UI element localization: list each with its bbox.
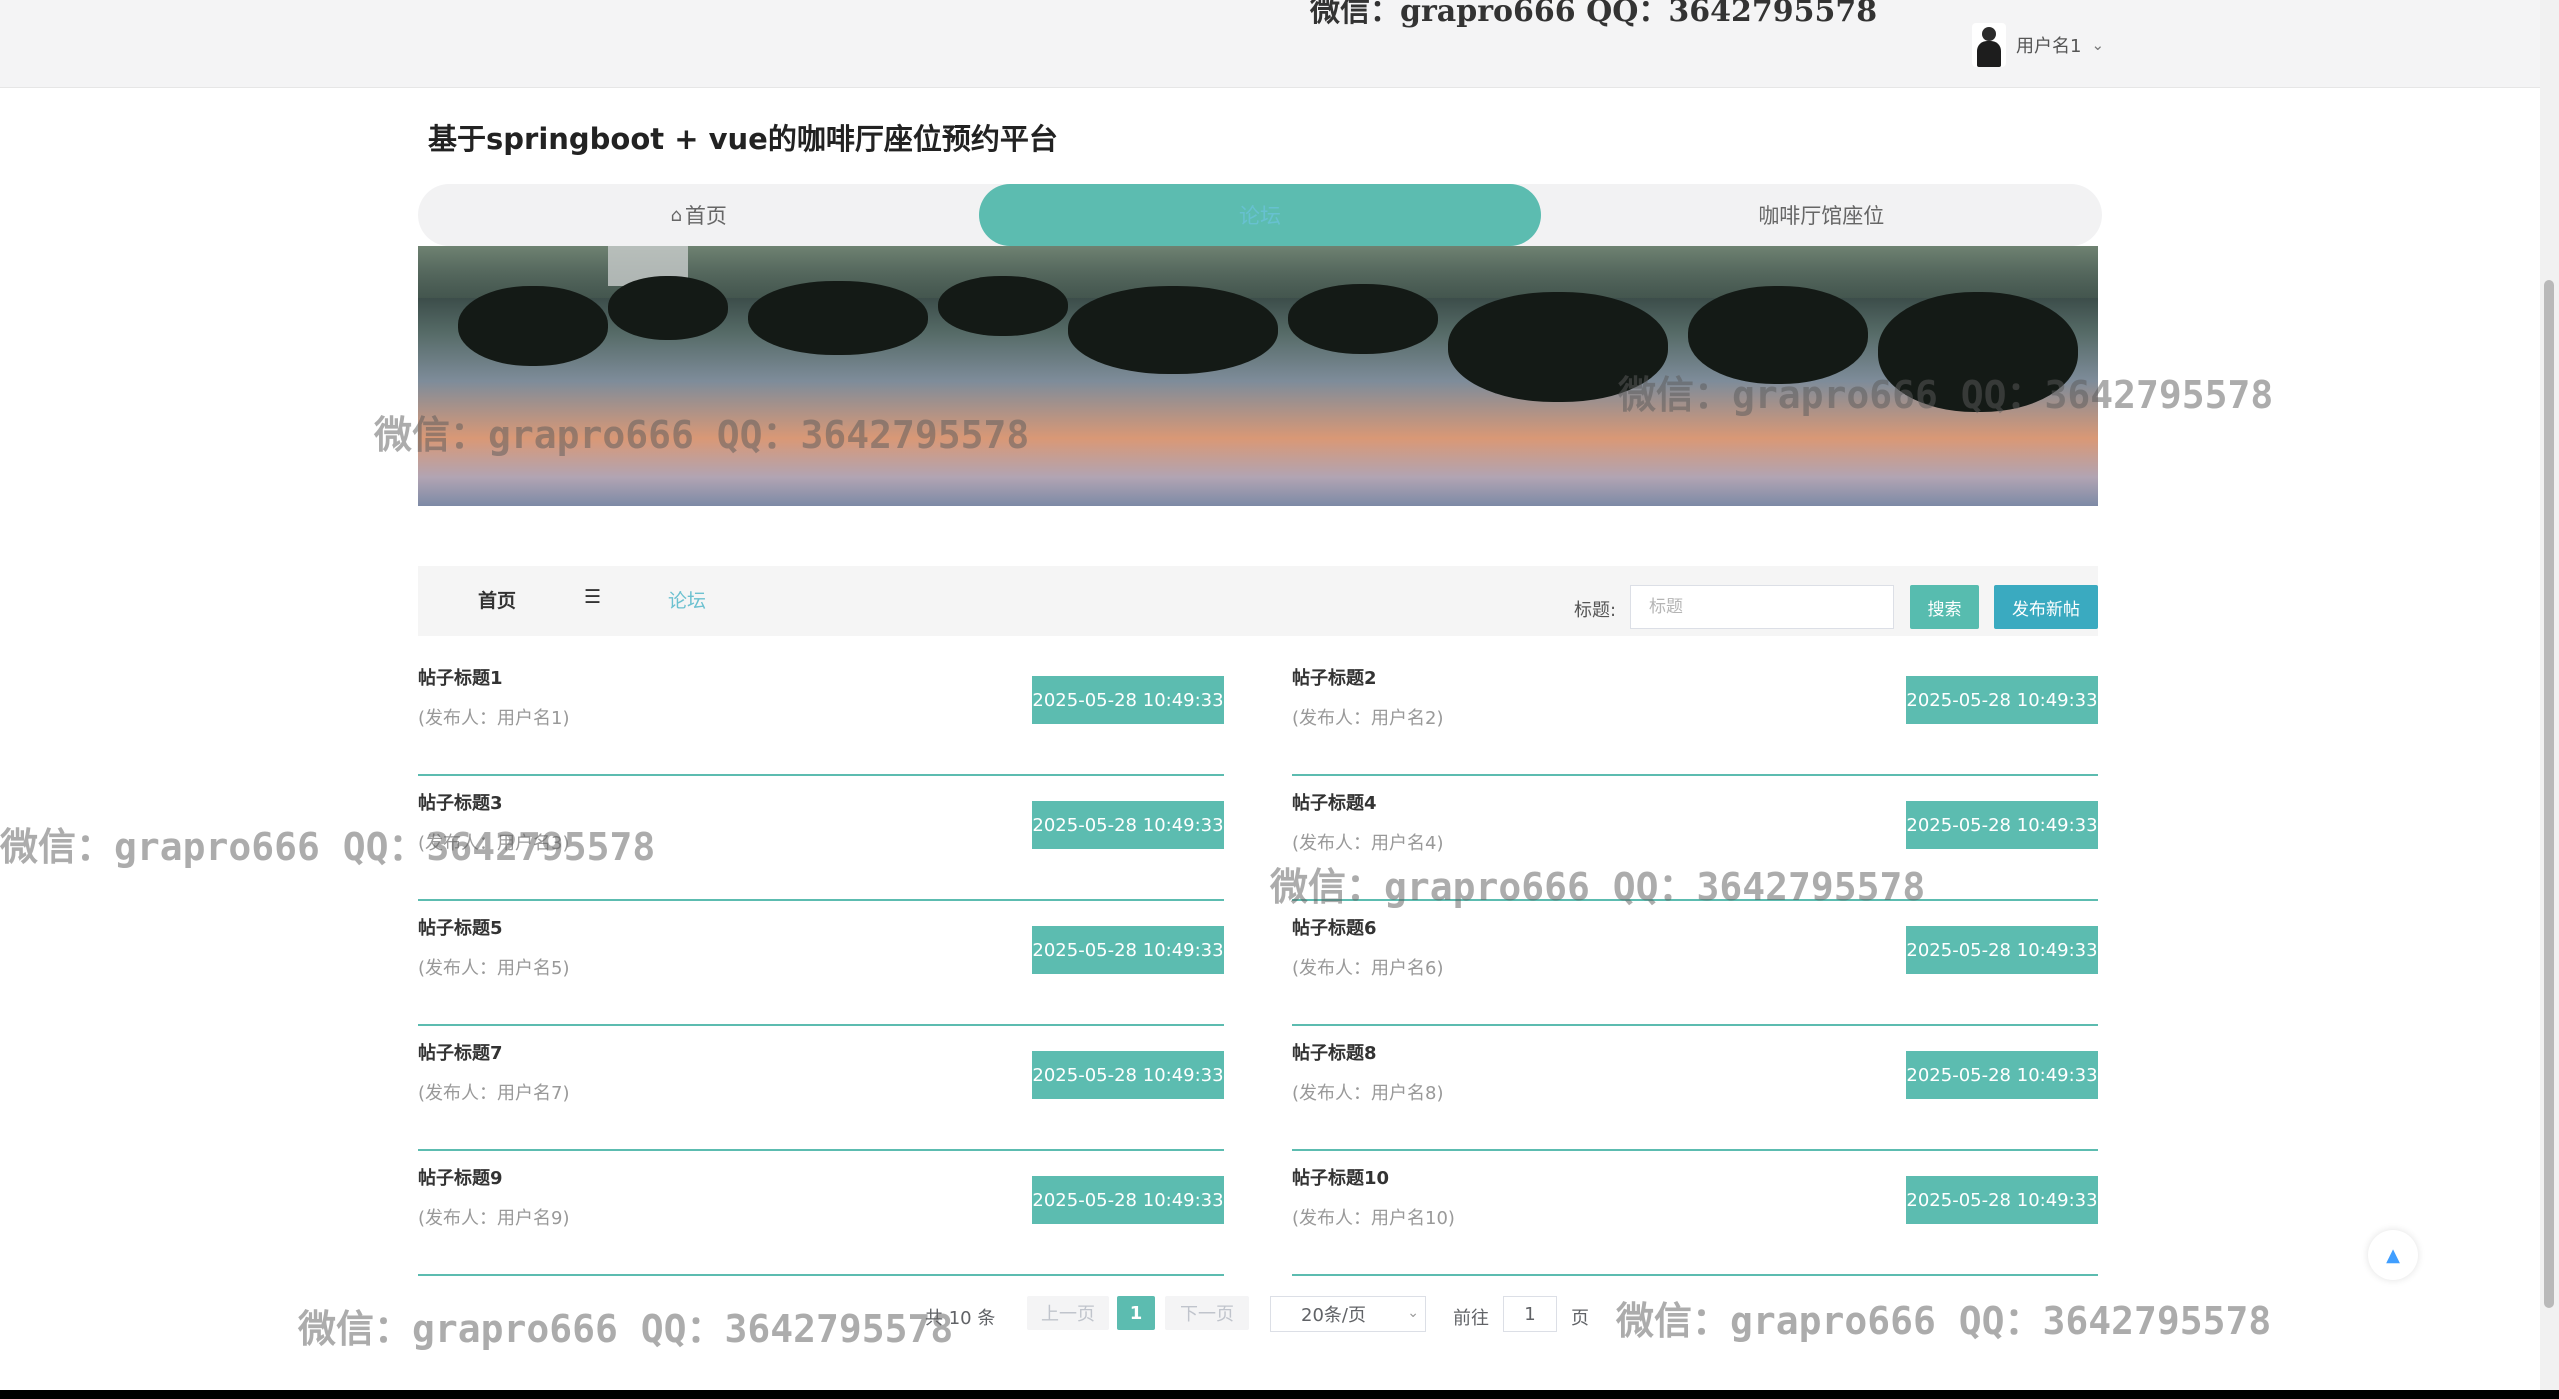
goto-label: 前往: [1453, 1308, 1489, 1329]
post-author: (发布人：用户名1): [418, 708, 570, 729]
post-title[interactable]: 帖子标题3: [418, 789, 503, 815]
pagination: 共 10 条 上一页 1 下一页 20条/页 ⌄ 前往 1 页: [925, 1296, 1605, 1336]
banner-tree: [1288, 284, 1438, 354]
post-date-badge: 2025-05-28 10:49:33: [1906, 676, 2098, 724]
top-header: 微信：grapro666 QQ：3642795578 用户名1 ⌄: [0, 0, 2540, 88]
nav-item-seats[interactable]: 咖啡厅馆座位: [1541, 184, 2102, 246]
post-date-badge: 2025-05-28 10:49:33: [1906, 1176, 2098, 1224]
search-label: 标题:: [1574, 600, 1617, 621]
page-size-select[interactable]: 20条/页 ⌄: [1270, 1296, 1426, 1332]
watermark: 微信：grapro666 QQ：3642795578: [0, 825, 656, 869]
post-author: (发布人：用户名5): [418, 958, 570, 979]
search-input[interactable]: [1630, 585, 1894, 629]
banner-tree: [1068, 286, 1278, 374]
post-author: (发布人：用户名6): [1292, 958, 1444, 979]
post-title[interactable]: 帖子标题8: [1292, 1039, 1377, 1065]
post-date-badge: 2025-05-28 10:49:33: [1906, 926, 2098, 974]
search-button[interactable]: 搜索: [1910, 585, 1979, 629]
main-nav: ⌂ 首页 论坛 咖啡厅馆座位: [418, 184, 2102, 246]
next-page-button[interactable]: 下一页: [1165, 1296, 1249, 1330]
user-menu[interactable]: 用户名1 ⌄: [1972, 22, 2104, 68]
watermark: 微信：grapro666 QQ：3642795578: [1618, 373, 2274, 417]
post-card[interactable]: 帖子标题2 (发布人：用户名2) 2025-05-28 10:49:33: [1292, 650, 2098, 776]
post-date-badge: 2025-05-28 10:49:33: [1032, 1176, 1224, 1224]
post-title[interactable]: 帖子标题10: [1292, 1164, 1389, 1190]
header-title-clipped: 微信：grapro666 QQ：3642795578: [1310, 0, 1878, 29]
chevron-down-icon[interactable]: ⌄: [2091, 36, 2104, 54]
nav-item-forum-label: 论坛: [1238, 204, 1281, 228]
watermark: 微信：grapro666 QQ：3642795578: [1616, 1299, 2272, 1343]
breadcrumb-separator-icon: ☰: [584, 586, 602, 608]
banner-tree: [748, 281, 928, 355]
banner-tree: [608, 276, 728, 340]
post-date-badge: 2025-05-28 10:49:33: [1032, 1051, 1224, 1099]
post-date-badge: 2025-05-28 10:49:33: [1906, 801, 2098, 849]
site-title: 基于springboot + vue的咖啡厅座位预约平台: [428, 122, 1058, 156]
post-date-badge: 2025-05-28 10:49:33: [1032, 926, 1224, 974]
avatar[interactable]: [1972, 23, 2006, 67]
post-title[interactable]: 帖子标题5: [418, 914, 503, 940]
post-card[interactable]: 帖子标题5 (发布人：用户名5) 2025-05-28 10:49:33: [418, 900, 1224, 1026]
post-date-badge: 2025-05-28 10:49:33: [1032, 801, 1224, 849]
scrollbar-thumb[interactable]: [2544, 280, 2554, 1308]
post-author: (发布人：用户名10): [1292, 1208, 1455, 1229]
post-author: (发布人：用户名4): [1292, 833, 1444, 854]
post-title[interactable]: 帖子标题6: [1292, 914, 1377, 940]
breadcrumb-current: 论坛: [668, 590, 707, 612]
post-author: (发布人：用户名7): [418, 1083, 570, 1104]
post-author: (发布人：用户名2): [1292, 708, 1444, 729]
post-author: (发布人：用户名8): [1292, 1083, 1444, 1104]
post-title[interactable]: 帖子标题2: [1292, 664, 1377, 690]
banner-tree: [458, 286, 608, 366]
post-date-badge: 2025-05-28 10:49:33: [1906, 1051, 2098, 1099]
new-post-button[interactable]: 发布新帖: [1994, 585, 2098, 629]
page-size-value: 20条/页: [1301, 1305, 1366, 1326]
banner-tree: [938, 276, 1068, 336]
post-author: (发布人：用户名9): [418, 1208, 570, 1229]
post-title[interactable]: 帖子标题4: [1292, 789, 1377, 815]
breadcrumb-bar: 首页 ☰ 论坛 标题: 搜索 发布新帖: [418, 566, 2098, 636]
caret-up-icon: ▲: [2386, 1244, 2400, 1266]
post-card[interactable]: 帖子标题10 (发布人：用户名10) 2025-05-28 10:49:33: [1292, 1150, 2098, 1276]
prev-page-button[interactable]: 上一页: [1027, 1296, 1109, 1330]
window-bottom-edge: [0, 1390, 2559, 1399]
watermark: 微信：grapro666 QQ：3642795578: [374, 413, 1030, 457]
chevron-down-icon: ⌄: [1407, 1305, 1419, 1321]
back-to-top-button[interactable]: ▲: [2368, 1230, 2418, 1280]
post-card[interactable]: 帖子标题1 (发布人：用户名1) 2025-05-28 10:49:33: [418, 650, 1224, 776]
breadcrumb-home[interactable]: 首页: [478, 586, 516, 613]
post-card[interactable]: 帖子标题6 (发布人：用户名6) 2025-05-28 10:49:33: [1292, 900, 2098, 1026]
page-unit-label: 页: [1571, 1308, 1589, 1329]
post-title[interactable]: 帖子标题9: [418, 1164, 503, 1190]
goto-page-input[interactable]: 1: [1503, 1296, 1557, 1332]
nav-item-home[interactable]: ⌂ 首页: [418, 184, 979, 246]
nav-item-seats-label: 咖啡厅馆座位: [1758, 204, 1885, 228]
username[interactable]: 用户名1: [2016, 32, 2081, 58]
watermark: 微信：grapro666 QQ：3642795578: [1270, 865, 1926, 909]
post-card[interactable]: 帖子标题7 (发布人：用户名7) 2025-05-28 10:49:33: [418, 1025, 1224, 1151]
post-card[interactable]: 帖子标题9 (发布人：用户名9) 2025-05-28 10:49:33: [418, 1150, 1224, 1276]
nav-item-home-label: 首页: [684, 204, 727, 228]
watermark: 微信：grapro666 QQ：3642795578: [298, 1307, 954, 1351]
page-number-1[interactable]: 1: [1117, 1296, 1155, 1330]
post-card[interactable]: 帖子标题8 (发布人：用户名8) 2025-05-28 10:49:33: [1292, 1025, 2098, 1151]
nav-item-forum[interactable]: 论坛: [979, 184, 1541, 246]
post-date-badge: 2025-05-28 10:49:33: [1032, 676, 1224, 724]
post-title[interactable]: 帖子标题7: [418, 1039, 503, 1065]
home-icon: ⌂: [670, 204, 682, 226]
post-title[interactable]: 帖子标题1: [418, 664, 503, 690]
